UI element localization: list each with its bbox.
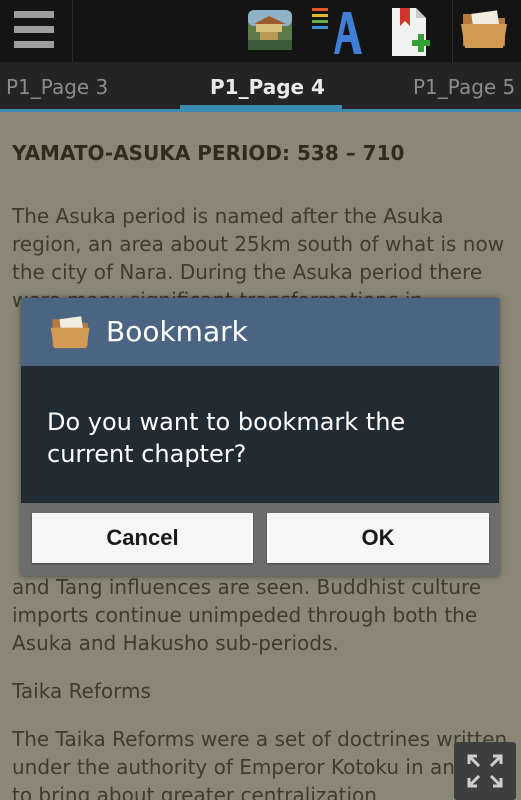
- article-subheading: Taika Reforms: [12, 679, 151, 703]
- add-bookmark-icon: [392, 8, 430, 56]
- article-heading: YAMATO-ASUKA PERIOD: 538 – 710: [12, 141, 405, 165]
- ok-button[interactable]: OK: [267, 513, 489, 563]
- article-paragraph-2: The Taika Reforms were a set of doctrine…: [12, 727, 516, 800]
- bookmark-dialog: Bookmark Do you want to bookmark the cur…: [21, 298, 499, 576]
- fullscreen-button[interactable]: [454, 742, 516, 800]
- tab-next-page[interactable]: P1_Page 5: [413, 75, 515, 99]
- hamburger-menu-icon-bar: [14, 26, 54, 33]
- menu-button[interactable]: [0, 0, 73, 62]
- expand-fullscreen-icon: [467, 754, 503, 788]
- tab-current-page[interactable]: P1_Page 4: [210, 75, 325, 99]
- scenery-image-icon: [248, 10, 292, 50]
- action-bar: [0, 0, 521, 62]
- cancel-button[interactable]: Cancel: [32, 513, 253, 563]
- bookmarks-button[interactable]: [452, 0, 521, 62]
- dialog-message: Do you want to bookmark the current chap…: [47, 408, 406, 468]
- bookmarks-folder-icon: [461, 10, 507, 48]
- article-continued: and Tang influences are seen. Buddhist c…: [12, 573, 517, 800]
- add-bookmark-button[interactable]: [382, 0, 442, 62]
- dialog-buttons: Cancel OK: [21, 503, 499, 576]
- tab-previous-page[interactable]: P1_Page 3: [6, 75, 108, 99]
- bookmarks-folder-icon: [50, 316, 90, 349]
- font-settings-icon: [312, 8, 362, 54]
- image-button[interactable]: [240, 0, 300, 62]
- page-tabs: P1_Page 3 P1_Page 4 P1_Page 5: [0, 62, 521, 112]
- hamburger-menu-icon-bar: [14, 41, 54, 48]
- dialog-title: Bookmark: [106, 315, 248, 348]
- font-button[interactable]: [306, 0, 366, 62]
- current-tab-indicator: [180, 105, 342, 112]
- dialog-header: Bookmark: [21, 298, 499, 366]
- article-paragraph-continued: and Tang influences are seen. Buddhist c…: [12, 575, 482, 655]
- hamburger-menu-icon: [14, 11, 54, 18]
